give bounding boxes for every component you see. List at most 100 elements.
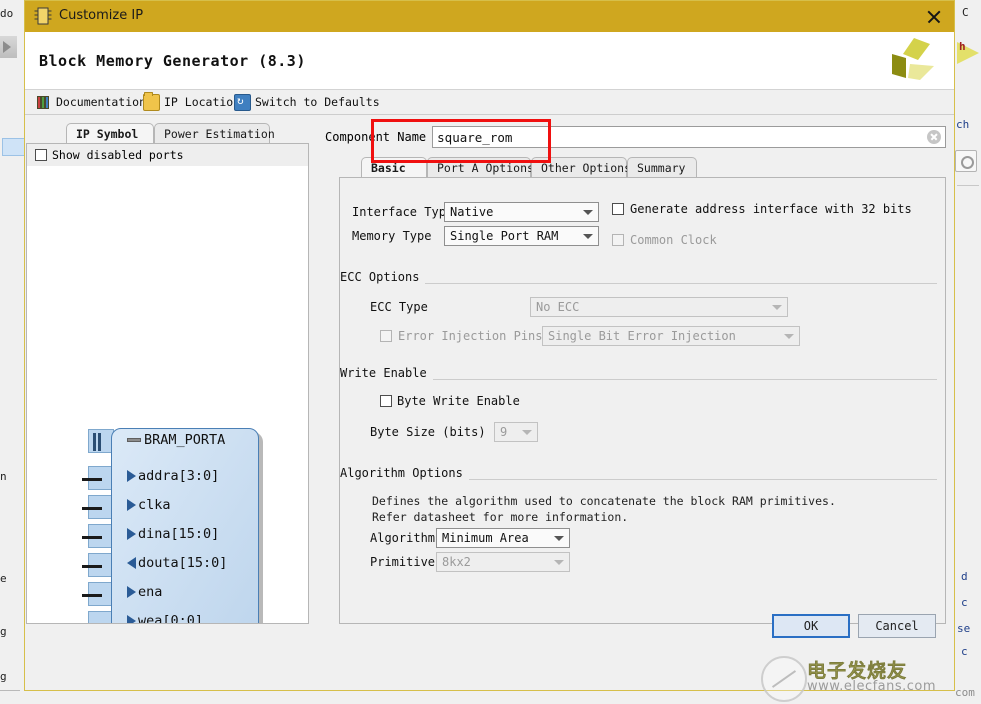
toolbar-label-ip-location: IP Location xyxy=(164,95,240,109)
tab-label-summary: Summary xyxy=(637,161,685,175)
toolbar-label-switch-defaults: Switch to Defaults xyxy=(255,95,380,109)
show-disabled-ports-checkbox[interactable] xyxy=(35,149,47,161)
ok-button-label: OK xyxy=(804,619,818,633)
algorithm-select[interactable]: Minimum Area xyxy=(436,528,570,548)
ok-button[interactable]: OK xyxy=(772,614,850,638)
common-clock-label: Common Clock xyxy=(630,233,717,247)
ecc-type-select[interactable]: No ECC xyxy=(530,297,788,317)
common-clock-row: Common Clock xyxy=(612,233,717,247)
byte-write-enable-row: Byte Write Enable xyxy=(380,394,520,408)
byte-size-row: Byte Size (bits) 9 xyxy=(370,422,538,442)
tab-ip-symbol[interactable]: IP Symbol xyxy=(66,123,154,143)
background-right-strip: C h ch d c se c com xyxy=(955,0,981,704)
bg-fragment-right-top: C xyxy=(962,6,969,19)
bg-fragment-right-h: h xyxy=(959,40,966,53)
memory-type-select[interactable]: Single Port RAM xyxy=(444,226,599,246)
write-enable-group-title: Write Enable xyxy=(340,366,433,380)
generate-address-checkbox[interactable] xyxy=(612,203,624,215)
bg-fragment-left-mid: n xyxy=(0,470,7,483)
chevron-down-icon xyxy=(554,536,564,541)
chevron-down-icon xyxy=(583,210,593,215)
ecc-type-value: No ECC xyxy=(536,300,579,314)
error-injection-pins-checkbox[interactable] xyxy=(380,330,392,342)
byte-size-value: 9 xyxy=(500,425,507,439)
ip-chip-icon xyxy=(33,6,53,26)
clear-circle-icon[interactable] xyxy=(927,130,941,144)
dialog-body: IP Symbol Power Estimation Show disabled… xyxy=(25,115,954,648)
chevron-down-icon xyxy=(522,430,532,435)
bus-marker-icon xyxy=(127,438,141,442)
memory-type-label: Memory Type xyxy=(352,229,444,243)
chevron-down-icon xyxy=(583,234,593,239)
toolbar-item-switch-defaults[interactable]: Switch to Defaults xyxy=(234,93,380,111)
symbol-port-addra: addra[3:0] xyxy=(127,468,219,484)
byte-write-enable-label: Byte Write Enable xyxy=(397,394,520,408)
tab-other-options[interactable]: Other Options xyxy=(531,157,627,177)
configuration-pane: Component Name Basic Port A Options Othe… xyxy=(325,115,946,624)
symbol-port-label-clka: clka xyxy=(138,497,171,513)
ecc-type-label: ECC Type xyxy=(370,300,530,314)
input-arrow-icon xyxy=(127,528,136,540)
algorithm-description: Defines the algorithm used to concatenat… xyxy=(372,493,836,525)
ip-symbol-pane: IP Symbol Power Estimation Show disabled… xyxy=(26,123,309,624)
cancel-button-label: Cancel xyxy=(875,619,918,633)
error-injection-select[interactable]: Single Bit Error Injection xyxy=(542,326,800,346)
dialog-titlebar: Customize IP xyxy=(25,1,954,32)
tab-basic[interactable]: Basic xyxy=(361,157,427,177)
component-name-field-wrap xyxy=(432,126,946,148)
bg-gear-button xyxy=(955,150,977,172)
chevron-down-icon xyxy=(784,334,794,339)
config-tabstrip: Basic Port A Options Other Options Summa… xyxy=(339,157,946,178)
documentation-book-icon xyxy=(37,95,52,110)
input-arrow-icon xyxy=(127,470,136,482)
symbol-port-label-ena: ena xyxy=(138,584,162,600)
dialog-title: Customize IP xyxy=(59,8,143,23)
bg-fragment-left-b2: g xyxy=(0,625,7,638)
algorithm-value: Minimum Area xyxy=(442,531,529,545)
left-tabstrip: IP Symbol Power Estimation xyxy=(26,123,309,144)
byte-write-enable-checkbox[interactable] xyxy=(380,395,392,407)
algorithm-label: Algorithm xyxy=(370,531,436,545)
chevron-down-icon xyxy=(772,305,782,310)
memory-type-row: Memory Type Single Port RAM xyxy=(352,226,599,246)
common-clock-checkbox[interactable] xyxy=(612,234,624,246)
tab-power-estimation[interactable]: Power Estimation xyxy=(154,123,270,143)
error-injection-pins-label: Error Injection Pins xyxy=(398,329,542,343)
generate-address-label: Generate address interface with 32 bits xyxy=(630,202,912,216)
toolbar-item-documentation[interactable]: Documentation xyxy=(37,93,146,111)
symbol-port-dina: dina[15:0] xyxy=(127,526,219,542)
tab-summary[interactable]: Summary xyxy=(627,157,697,177)
component-name-label: Component Name xyxy=(325,130,426,144)
bg-fragment-right-com: com xyxy=(955,686,975,699)
ecc-options-group-line xyxy=(340,283,937,284)
basic-tab-panel: Interface Type Native Memory Type Single… xyxy=(339,178,946,624)
component-name-input[interactable] xyxy=(432,126,946,148)
output-arrow-icon xyxy=(127,557,136,569)
interface-type-row: Interface Type Native xyxy=(352,202,599,222)
ecc-type-row: ECC Type No ECC xyxy=(370,297,788,317)
page-title: Block Memory Generator (8.3) xyxy=(39,52,306,70)
bg-fragment-left-b1: e xyxy=(0,572,7,585)
interface-type-select[interactable]: Native xyxy=(444,202,599,222)
tab-label-ip-symbol: IP Symbol xyxy=(76,127,138,141)
tab-port-a-options[interactable]: Port A Options xyxy=(427,157,531,177)
input-arrow-icon xyxy=(127,586,136,598)
bg-fragment-left-b3: g xyxy=(0,670,7,683)
component-name-row: Component Name xyxy=(325,123,946,151)
error-injection-value: Single Bit Error Injection xyxy=(548,329,736,343)
input-arrow-icon xyxy=(127,499,136,511)
toolbar-item-ip-location[interactable]: IP Location xyxy=(143,93,240,111)
bg-divider-right xyxy=(957,185,979,186)
algorithm-options-group-title: Algorithm Options xyxy=(340,466,469,480)
bg-divider xyxy=(0,690,20,691)
byte-size-select[interactable]: 9 xyxy=(494,422,538,442)
generate-address-row: Generate address interface with 32 bits xyxy=(612,202,912,216)
close-icon[interactable] xyxy=(922,5,946,29)
primitive-select[interactable]: 8kx2 xyxy=(436,552,570,572)
ip-symbol-canvas: BRAM_PORTA addra[3:0] clka dina[15:0] xyxy=(27,166,308,623)
error-injection-row: Error Injection Pins Single Bit Error In… xyxy=(380,326,800,346)
bg-fragment-right-d: d xyxy=(961,570,968,583)
bg-fragment-right-c2: c xyxy=(961,645,968,658)
cancel-button[interactable]: Cancel xyxy=(858,614,936,638)
symbol-port-label-douta: douta[15:0] xyxy=(138,555,227,571)
